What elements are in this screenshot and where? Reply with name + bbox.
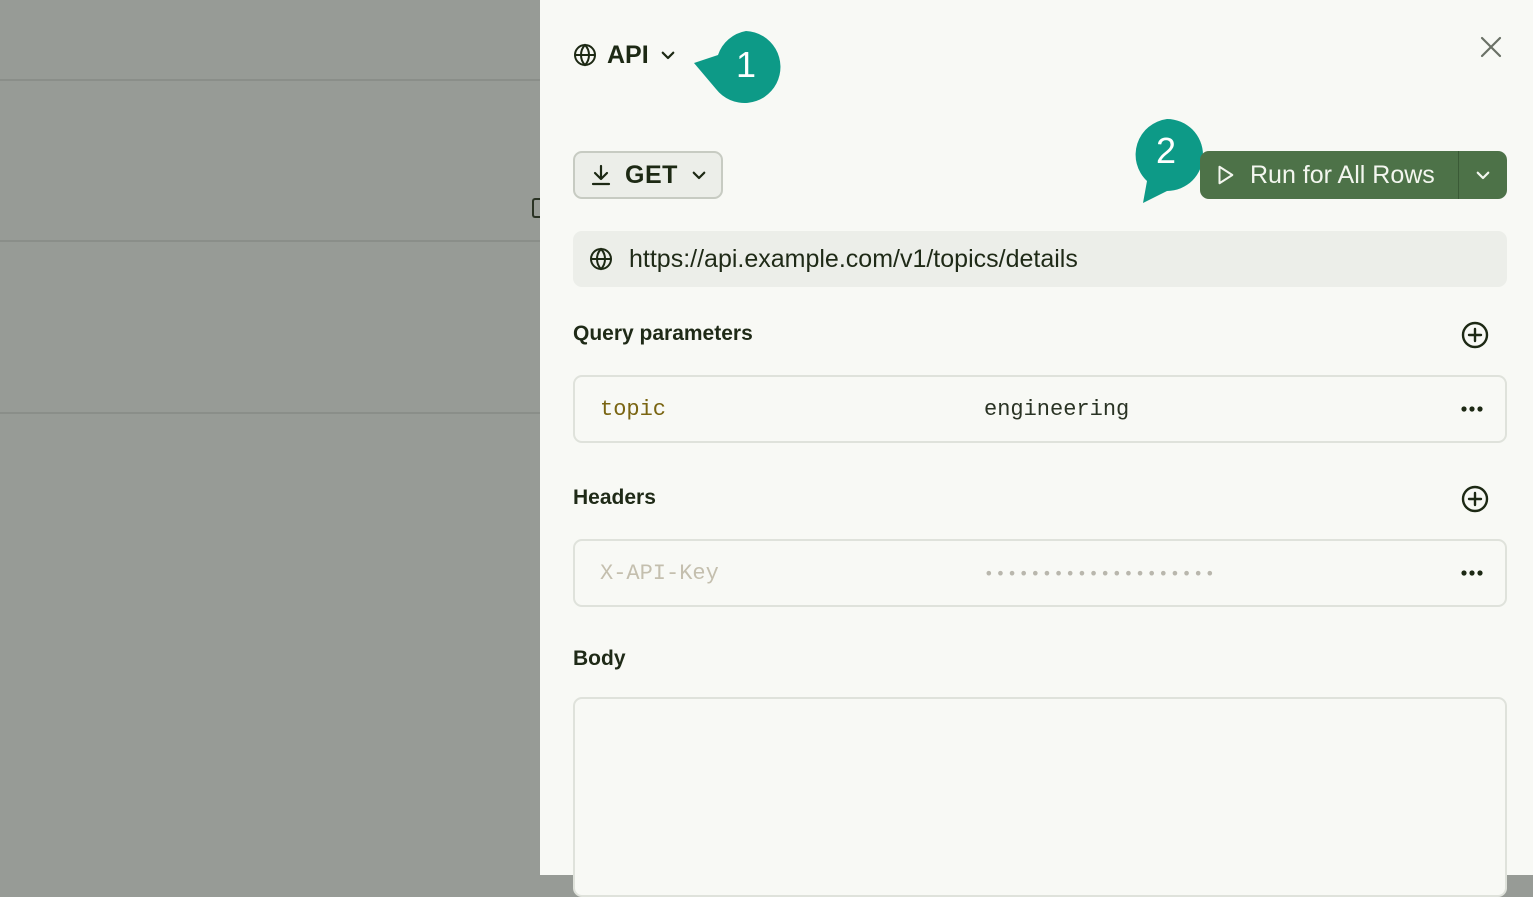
callout-number: 1 <box>736 44 757 85</box>
api-config-panel: API 1 GET 2 Run for All Rows https://api… <box>540 0 1533 897</box>
query-parameter-value[interactable]: engineering <box>984 377 1129 441</box>
http-method-dropdown[interactable]: GET <box>573 151 723 199</box>
query-parameter-key[interactable]: topic <box>600 377 666 441</box>
query-parameter-row: topic engineering <box>573 375 1507 443</box>
row-options-button[interactable] <box>1459 397 1485 421</box>
run-button-label: Run for All Rows <box>1250 160 1435 189</box>
header-row: X-API-Key •••••••••••••••••••• <box>573 539 1507 607</box>
chevron-down-icon <box>659 46 677 64</box>
run-for-all-rows-button[interactable]: Run for All Rows <box>1200 151 1458 199</box>
globe-icon <box>573 43 597 67</box>
body-editor[interactable] <box>573 697 1507 897</box>
header-key[interactable]: X-API-Key <box>600 541 719 605</box>
run-button-group: Run for All Rows <box>1200 151 1507 199</box>
callout-badge-2: 2 <box>1131 117 1205 205</box>
chevron-down-icon <box>1474 166 1492 184</box>
add-header-button[interactable] <box>1461 485 1489 513</box>
url-field <box>573 231 1507 287</box>
query-parameters-title: Query parameters <box>573 322 753 345</box>
callout-badge-1: 1 <box>694 29 786 105</box>
body-title: Body <box>573 647 626 670</box>
background-row-divider <box>0 412 540 414</box>
row-options-button[interactable] <box>1459 561 1485 585</box>
url-input[interactable] <box>629 244 1479 274</box>
run-options-dropdown[interactable] <box>1459 151 1507 199</box>
globe-icon <box>589 247 613 271</box>
integration-label: API <box>607 40 649 69</box>
integration-selector[interactable]: API <box>573 40 677 70</box>
callout-number: 2 <box>1156 130 1177 171</box>
background-row-divider <box>0 240 540 242</box>
background-overlay[interactable] <box>0 0 540 875</box>
download-icon <box>589 163 613 187</box>
play-icon <box>1214 164 1236 186</box>
chevron-down-icon <box>690 166 708 184</box>
background-partial-icon <box>532 198 540 218</box>
header-value-masked[interactable]: •••••••••••••••••••• <box>984 541 1217 605</box>
headers-title: Headers <box>573 486 656 509</box>
http-method-label: GET <box>625 160 678 189</box>
add-query-parameter-button[interactable] <box>1461 321 1489 349</box>
close-button[interactable] <box>1478 34 1504 60</box>
background-row-divider <box>0 79 540 81</box>
